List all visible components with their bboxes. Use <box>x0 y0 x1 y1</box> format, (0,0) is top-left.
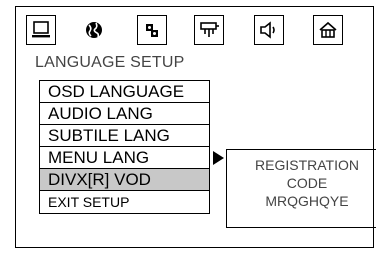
setup-menu-screen: LANGUAGE SETUP OSD LANGUAGE AUDIO LANG S… <box>15 6 376 248</box>
tab-general-monitor-icon[interactable] <box>26 15 56 45</box>
menu-item-osd-language[interactable]: OSD LANGUAGE <box>40 81 209 103</box>
selection-arrow-icon <box>213 151 224 165</box>
setup-tab-bar <box>16 15 373 49</box>
globe-icon <box>86 22 102 38</box>
section-title: LANGUAGE SETUP <box>35 54 185 71</box>
preference-icon <box>319 21 337 38</box>
menu-item-audio-lang[interactable]: AUDIO LANG <box>40 103 209 125</box>
registration-code-value: MRQGHQYE <box>265 193 349 209</box>
tab-audio-speakers-icon[interactable] <box>137 15 167 45</box>
tab-language-globe-icon[interactable] <box>79 15 109 45</box>
menu-item-divx-vod[interactable]: DIVX[R] VOD <box>40 169 209 191</box>
menu-item-exit-setup[interactable]: EXIT SETUP <box>40 191 209 213</box>
tab-speaker-icon[interactable] <box>254 15 284 45</box>
registration-label: REGISTRATION <box>255 157 359 173</box>
tab-video-plug-icon[interactable] <box>194 15 224 45</box>
language-setup-menu: OSD LANGUAGE AUDIO LANG SUBTILE LANG MEN… <box>39 80 210 214</box>
registration-code-panel: REGISTRATION CODE MRQGHQYE <box>226 149 376 228</box>
registration-code-label: CODE <box>286 175 328 191</box>
speaker-icon <box>260 21 275 39</box>
menu-item-menu-lang[interactable]: MENU LANG <box>40 147 209 169</box>
tab-preference-icon[interactable] <box>313 15 343 45</box>
monitor-icon <box>32 21 50 38</box>
menu-item-subtitle-lang[interactable]: SUBTILE LANG <box>40 125 209 147</box>
speakers-icon <box>146 24 158 37</box>
video-plug-icon <box>200 22 219 37</box>
